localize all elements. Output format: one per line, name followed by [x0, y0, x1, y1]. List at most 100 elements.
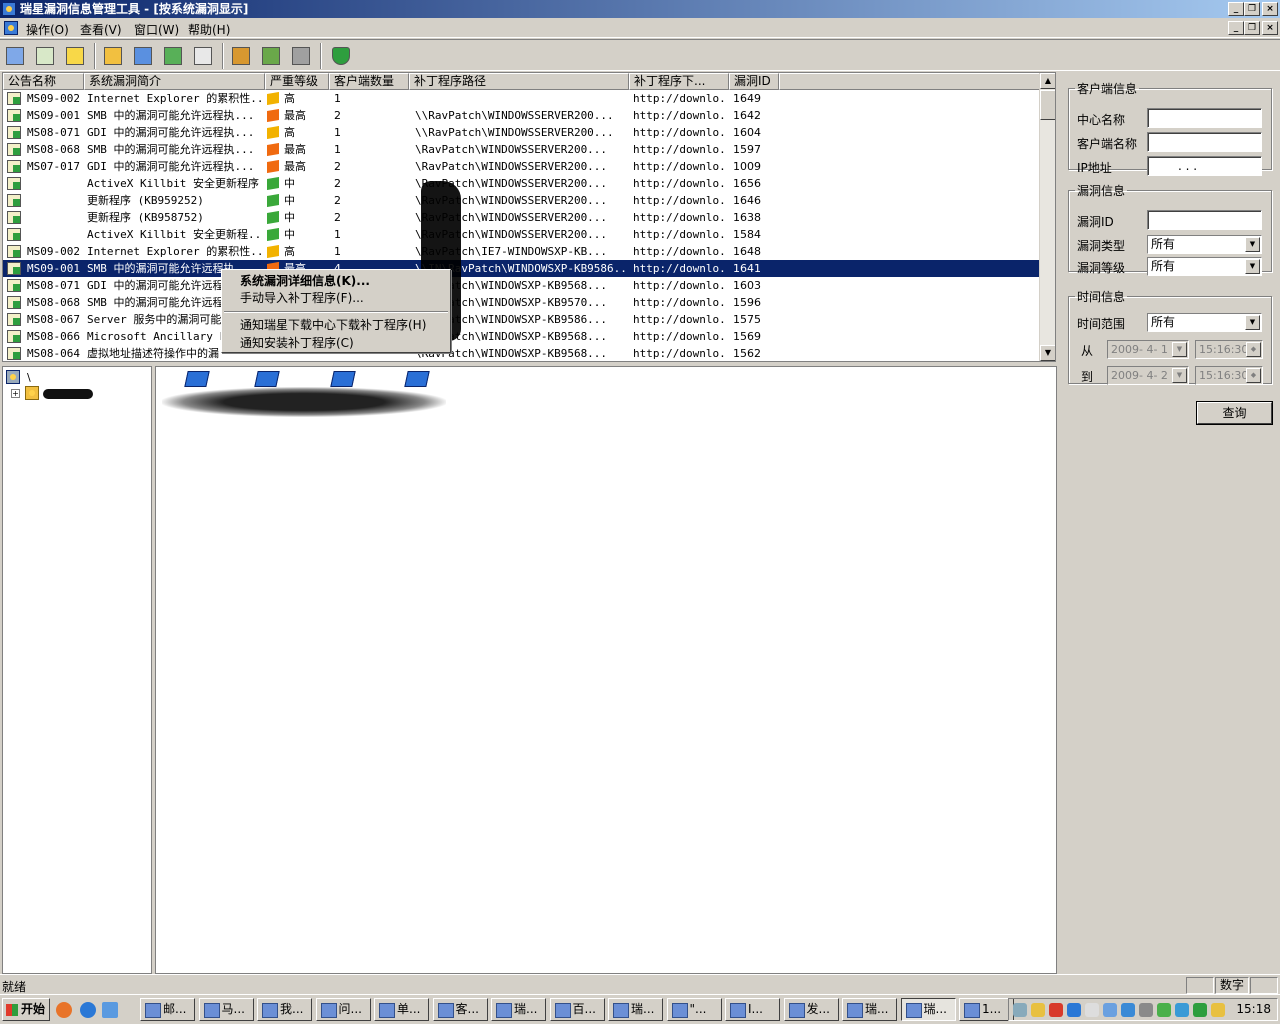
client-name-input[interactable] — [1147, 132, 1262, 152]
tb-disabled-button[interactable] — [288, 43, 314, 69]
col-header-path[interactable]: 补丁程序路径 — [409, 73, 629, 90]
ip-address-input[interactable]: . . . — [1147, 156, 1262, 176]
col-header-download[interactable]: 补丁程序下... — [629, 73, 729, 90]
ctx-vuln-details[interactable]: 系统漏洞详细信息(K)... — [240, 273, 370, 289]
table-row[interactable]: MS09-001SMB 中的漏洞可能允许远程执...最高4\\IN\RavPat… — [3, 260, 1043, 277]
from-time-spinner[interactable]: 15:16:30 ◆ — [1195, 340, 1263, 359]
computer-icon[interactable] — [254, 371, 280, 387]
chevron-down-icon[interactable]: ▼ — [1245, 237, 1260, 252]
taskbar-button[interactable]: 问... — [315, 998, 371, 1021]
redacted-tree-node[interactable] — [43, 389, 93, 399]
firefox-icon[interactable] — [56, 1002, 72, 1018]
taskbar-button[interactable]: 瑞... — [842, 998, 897, 1021]
computer-icon[interactable] — [330, 371, 356, 387]
center-name-input[interactable] — [1147, 108, 1262, 128]
mdi-restore-button[interactable]: ❐ — [1244, 21, 1260, 35]
taskbar-button[interactable]: 发... — [783, 998, 839, 1021]
table-row[interactable]: MS09-002 Internet Explorer 的累积性... 高 1 http:… — [3, 90, 1043, 107]
vulnerability-list[interactable]: 公告名称 系统漏洞简介 严重等级 客户端数量 补丁程序路径 补丁程序下... 漏… — [2, 72, 1056, 362]
client-tree[interactable]: \ + — [2, 366, 152, 974]
tb-details-button[interactable] — [190, 43, 216, 69]
tray-icon[interactable] — [1157, 1003, 1171, 1017]
table-row[interactable]: MS08-067 Server 服务中的漏洞可能 \RavPatch\WINDOWS… — [3, 311, 1043, 328]
menu-help[interactable]: 帮助(H) — [188, 21, 230, 38]
tray-icon[interactable] — [1103, 1003, 1117, 1017]
computer-icon[interactable] — [184, 371, 210, 387]
query-button[interactable]: 查询 — [1197, 402, 1272, 424]
taskbar-button[interactable]: 百... — [549, 998, 605, 1021]
tray-icon[interactable] — [1049, 1003, 1063, 1017]
computer-icon[interactable] — [404, 371, 430, 387]
tray-icon[interactable] — [1121, 1003, 1135, 1017]
restore-button[interactable]: ❐ — [1244, 2, 1260, 16]
tb-client-list-button[interactable] — [2, 43, 28, 69]
tb-import-button[interactable] — [100, 43, 126, 69]
table-row[interactable]: MS09-001 SMB 中的漏洞可能允许远程执... 最高 2 \\RavPatch\… — [3, 107, 1043, 124]
close-button[interactable]: × — [1262, 2, 1278, 16]
spinner-icon[interactable]: ◆ — [1246, 368, 1261, 383]
taskbar-button[interactable]: 1... — [959, 998, 1014, 1021]
col-header-vuln-id[interactable]: 漏洞ID — [729, 73, 779, 90]
table-row[interactable]: 更新程序 (KB958752) 中 2 \RavPatch\WINDOWSSERVER… — [3, 209, 1043, 226]
taskbar-button[interactable]: 瑞... — [491, 998, 546, 1021]
ie-icon[interactable] — [80, 1002, 96, 1018]
list-vertical-scrollbar[interactable]: ▲ ▼ — [1039, 73, 1055, 361]
vuln-level-select[interactable]: 所有 ▼ — [1147, 257, 1262, 276]
chevron-down-icon[interactable]: ▼ — [1172, 342, 1187, 357]
table-row[interactable]: MS09-002 Internet Explorer 的累积性... 高 1 \RavP… — [3, 243, 1043, 260]
vuln-type-select[interactable]: 所有 ▼ — [1147, 235, 1262, 254]
taskbar-button[interactable]: 我... — [257, 998, 312, 1021]
menu-view[interactable]: 查看(V) — [80, 21, 122, 38]
mdi-minimize-button[interactable]: _ — [1228, 21, 1244, 35]
spinner-icon[interactable]: ◆ — [1246, 342, 1261, 357]
taskbar-button[interactable]: 邮... — [140, 998, 195, 1021]
menu-operate[interactable]: 操作(O) — [26, 21, 69, 38]
col-header-summary[interactable]: 系统漏洞简介 — [84, 73, 265, 90]
to-date-picker[interactable]: 2009- 4- 2 ▼ — [1107, 366, 1189, 385]
menu-window[interactable]: 窗口(W) — [134, 21, 179, 38]
tray-icon[interactable] — [1085, 1003, 1099, 1017]
scroll-down-button[interactable]: ▼ — [1040, 345, 1055, 361]
taskbar-button[interactable]: 瑞... — [900, 998, 956, 1021]
chevron-down-icon[interactable]: ▼ — [1245, 259, 1260, 274]
tray-icon[interactable] — [1139, 1003, 1153, 1017]
table-row[interactable]: MS08-066 Microsoft Ancillary Fu \RavPatch\… — [3, 328, 1043, 345]
tb-shield-button[interactable] — [328, 43, 354, 69]
mdi-doc-icon[interactable] — [4, 21, 18, 35]
ctx-manual-import[interactable]: 手动导入补丁程序(F)... — [240, 290, 364, 306]
table-row[interactable]: MS08-064 虚拟地址描述符操作中的漏 \RavPatch\WINDOWSXP-… — [3, 345, 1043, 361]
col-header-clients[interactable]: 客户端数量 — [329, 73, 409, 90]
client-view-pane[interactable] — [155, 366, 1057, 974]
tb-search-button[interactable] — [228, 43, 254, 69]
tray-icon[interactable] — [1211, 1003, 1225, 1017]
table-row[interactable]: MS08-071 GDI 中的漏洞可能允许远程 \RavPatch\WINDOWSX… — [3, 277, 1043, 294]
tray-icon[interactable] — [1193, 1003, 1207, 1017]
from-date-picker[interactable]: 2009- 4- 1 ▼ — [1107, 340, 1189, 359]
title-bar[interactable]: 瑞星漏洞信息管理工具 - [按系统漏洞显示] _ ❐ × — [0, 0, 1280, 18]
scroll-up-button[interactable]: ▲ — [1040, 73, 1055, 89]
tray-icon[interactable] — [1031, 1003, 1045, 1017]
tb-patch-list-button[interactable] — [32, 43, 58, 69]
tray-icon[interactable] — [1067, 1003, 1081, 1017]
time-range-select[interactable]: 所有 ▼ — [1147, 313, 1262, 332]
taskbar-button[interactable]: "... — [666, 998, 722, 1021]
tb-download-button[interactable] — [130, 43, 156, 69]
taskbar-button[interactable]: 客... — [432, 998, 488, 1021]
taskbar-button[interactable]: I... — [725, 998, 780, 1021]
table-row[interactable]: ActiveX Killbit 安全更新程... 中 1 \RavPatch\WIND… — [3, 226, 1043, 243]
col-header-bulletin[interactable]: 公告名称 — [3, 73, 84, 90]
table-row[interactable]: MS08-068 SMB 中的漏洞可能允许远程 \RavPatch\WINDOWSX… — [3, 294, 1043, 311]
col-header-severity[interactable]: 严重等级 — [265, 73, 329, 90]
table-row[interactable]: MS08-071 GDI 中的漏洞可能允许远程执... 高 1 \\RavPatch\W… — [3, 124, 1043, 141]
table-row[interactable]: ActiveX Killbit 安全更新程序中 2 \RavPatch\WINDOW… — [3, 175, 1043, 192]
tray-icon[interactable] — [1175, 1003, 1189, 1017]
to-time-spinner[interactable]: 15:16:30 ◆ — [1195, 366, 1263, 385]
tb-install-button[interactable] — [160, 43, 186, 69]
start-button[interactable]: 开始 — [2, 998, 50, 1021]
table-row[interactable]: MS08-068 SMB 中的漏洞可能允许远程执... 最高 1 \RavPatch\W… — [3, 141, 1043, 158]
taskbar-button[interactable]: 马... — [198, 998, 254, 1021]
tb-warning-button[interactable] — [62, 43, 88, 69]
tb-users-button[interactable] — [258, 43, 284, 69]
tray-icon[interactable] — [1013, 1003, 1027, 1017]
scroll-thumb[interactable] — [1040, 90, 1055, 120]
